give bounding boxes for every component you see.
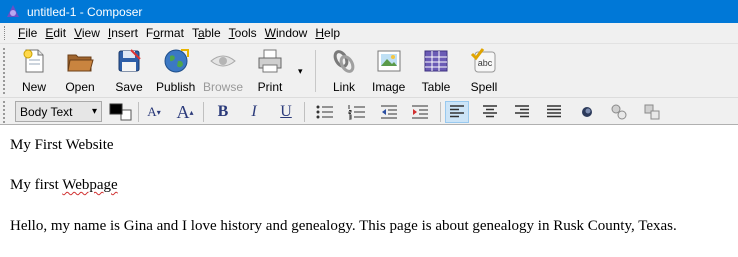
link-label: Link [332,80,355,94]
underline-button[interactable]: U [274,101,298,123]
menu-format[interactable]: Format [142,24,188,42]
indent-icon [412,105,428,119]
misspelled-word: Webpage [62,177,118,193]
table-label: Table [421,80,451,94]
title-bar: untitled-1 - Composer [0,0,738,23]
bold-icon: B [217,103,229,120]
smaller-font-icon: A [147,104,157,119]
outdent-icon [381,105,397,119]
spell-button[interactable]: abc Spell [469,46,499,96]
positioning-button[interactable] [575,101,599,123]
bulleted-list-icon [316,105,333,119]
align-center-button[interactable] [478,101,502,123]
paragraph-style-select[interactable]: Body Text ▾ [15,101,102,122]
menu-help[interactable]: Help [311,24,344,42]
format-toolbar: Body Text ▾ A ▾ A ▴ B I U [0,97,738,125]
save-button[interactable]: Save [114,46,144,96]
larger-font-button[interactable]: A ▴ [173,101,197,123]
composer-app-icon [7,4,19,17]
menu-insert[interactable]: Insert [104,24,142,42]
image-label: Image [372,80,406,94]
link-button[interactable]: Link [329,46,359,96]
new-document-icon [23,49,44,73]
floppy-disk-icon [118,49,141,72]
format-separator [304,102,305,122]
new-button[interactable]: New [19,46,49,96]
publish-button[interactable]: Publish [156,46,195,96]
menu-tools[interactable]: Tools [225,24,261,42]
spell-label: Spell [470,80,498,94]
text-color-picker[interactable] [108,102,132,122]
align-left-icon [450,105,464,118]
outdent-button[interactable] [377,101,401,123]
bold-button[interactable]: B [211,101,235,123]
open-label: Open [65,80,95,94]
save-label: Save [115,80,143,94]
printer-icon [258,49,282,73]
format-toolbar-grip[interactable] [3,101,7,123]
spell-icon-text: abc [478,58,493,68]
format-separator [203,102,204,122]
italic-icon: I [251,103,257,120]
chain-link-icon [333,50,355,73]
toolbar-grip[interactable] [3,48,7,94]
editor-area[interactable]: My First Website My first Webpage Hello,… [0,125,738,257]
italic-button[interactable]: I [242,101,266,123]
bulleted-list-button[interactable] [313,101,337,123]
align-right-icon [515,105,529,118]
numbered-list-icon [348,105,365,120]
new-label: New [21,80,46,94]
menu-window[interactable]: Window [261,24,312,42]
align-right-button[interactable] [510,101,534,123]
format-separator [138,102,139,122]
larger-font-icon: A [176,101,190,122]
picture-icon [377,50,401,72]
lower-layer-button[interactable] [640,101,664,123]
print-label: Print [257,80,283,94]
table-button[interactable]: Table [421,46,451,96]
composition-toolbar: New Open Save Publish Browse Print ▾ Lin… [0,43,738,97]
print-dropdown-icon[interactable]: ▾ [298,66,303,77]
image-button[interactable]: Image [372,46,405,96]
menubar-grip[interactable] [4,26,10,40]
document-paragraph[interactable]: Hello, my name is Gina and I love histor… [10,218,677,235]
justify-button[interactable] [542,101,566,123]
browse-button[interactable]: Browse [203,46,243,96]
smaller-font-button[interactable]: A ▾ [142,101,166,123]
document-subheading[interactable]: My first Webpage [10,177,118,194]
print-button[interactable]: Print [255,46,285,96]
toolbar-separator [315,50,316,92]
paragraph-style-value: Body Text [20,104,73,119]
menu-table[interactable]: Table [188,24,225,42]
raise-layer-button[interactable] [607,101,631,123]
spell-check-icon: abc [470,48,496,73]
open-button[interactable]: Open [65,46,95,96]
menu-bar: File Edit View Insert Format Table Tools… [0,23,738,43]
lower-layer-icon [644,104,660,120]
raise-layer-icon [611,104,627,120]
align-center-icon [483,105,497,118]
browse-label: Browse [203,80,244,94]
indent-button[interactable] [408,101,432,123]
window-title: untitled-1 - Composer [27,4,143,19]
eye-icon [210,55,236,67]
publish-label: Publish [156,80,196,94]
folder-icon [67,54,94,72]
menu-edit[interactable]: Edit [41,24,70,42]
numbered-list-button[interactable] [345,101,369,123]
chevron-down-icon: ▾ [91,106,97,117]
menu-file[interactable]: File [14,24,41,42]
table-grid-icon [424,50,448,72]
format-separator [440,102,441,122]
document-heading[interactable]: My First Website [10,137,114,154]
align-left-button[interactable] [445,101,469,123]
positioning-icon [582,107,592,117]
globe-icon [164,49,189,73]
justify-icon [547,105,561,118]
menu-view[interactable]: View [70,24,104,42]
underline-icon: U [280,103,292,120]
